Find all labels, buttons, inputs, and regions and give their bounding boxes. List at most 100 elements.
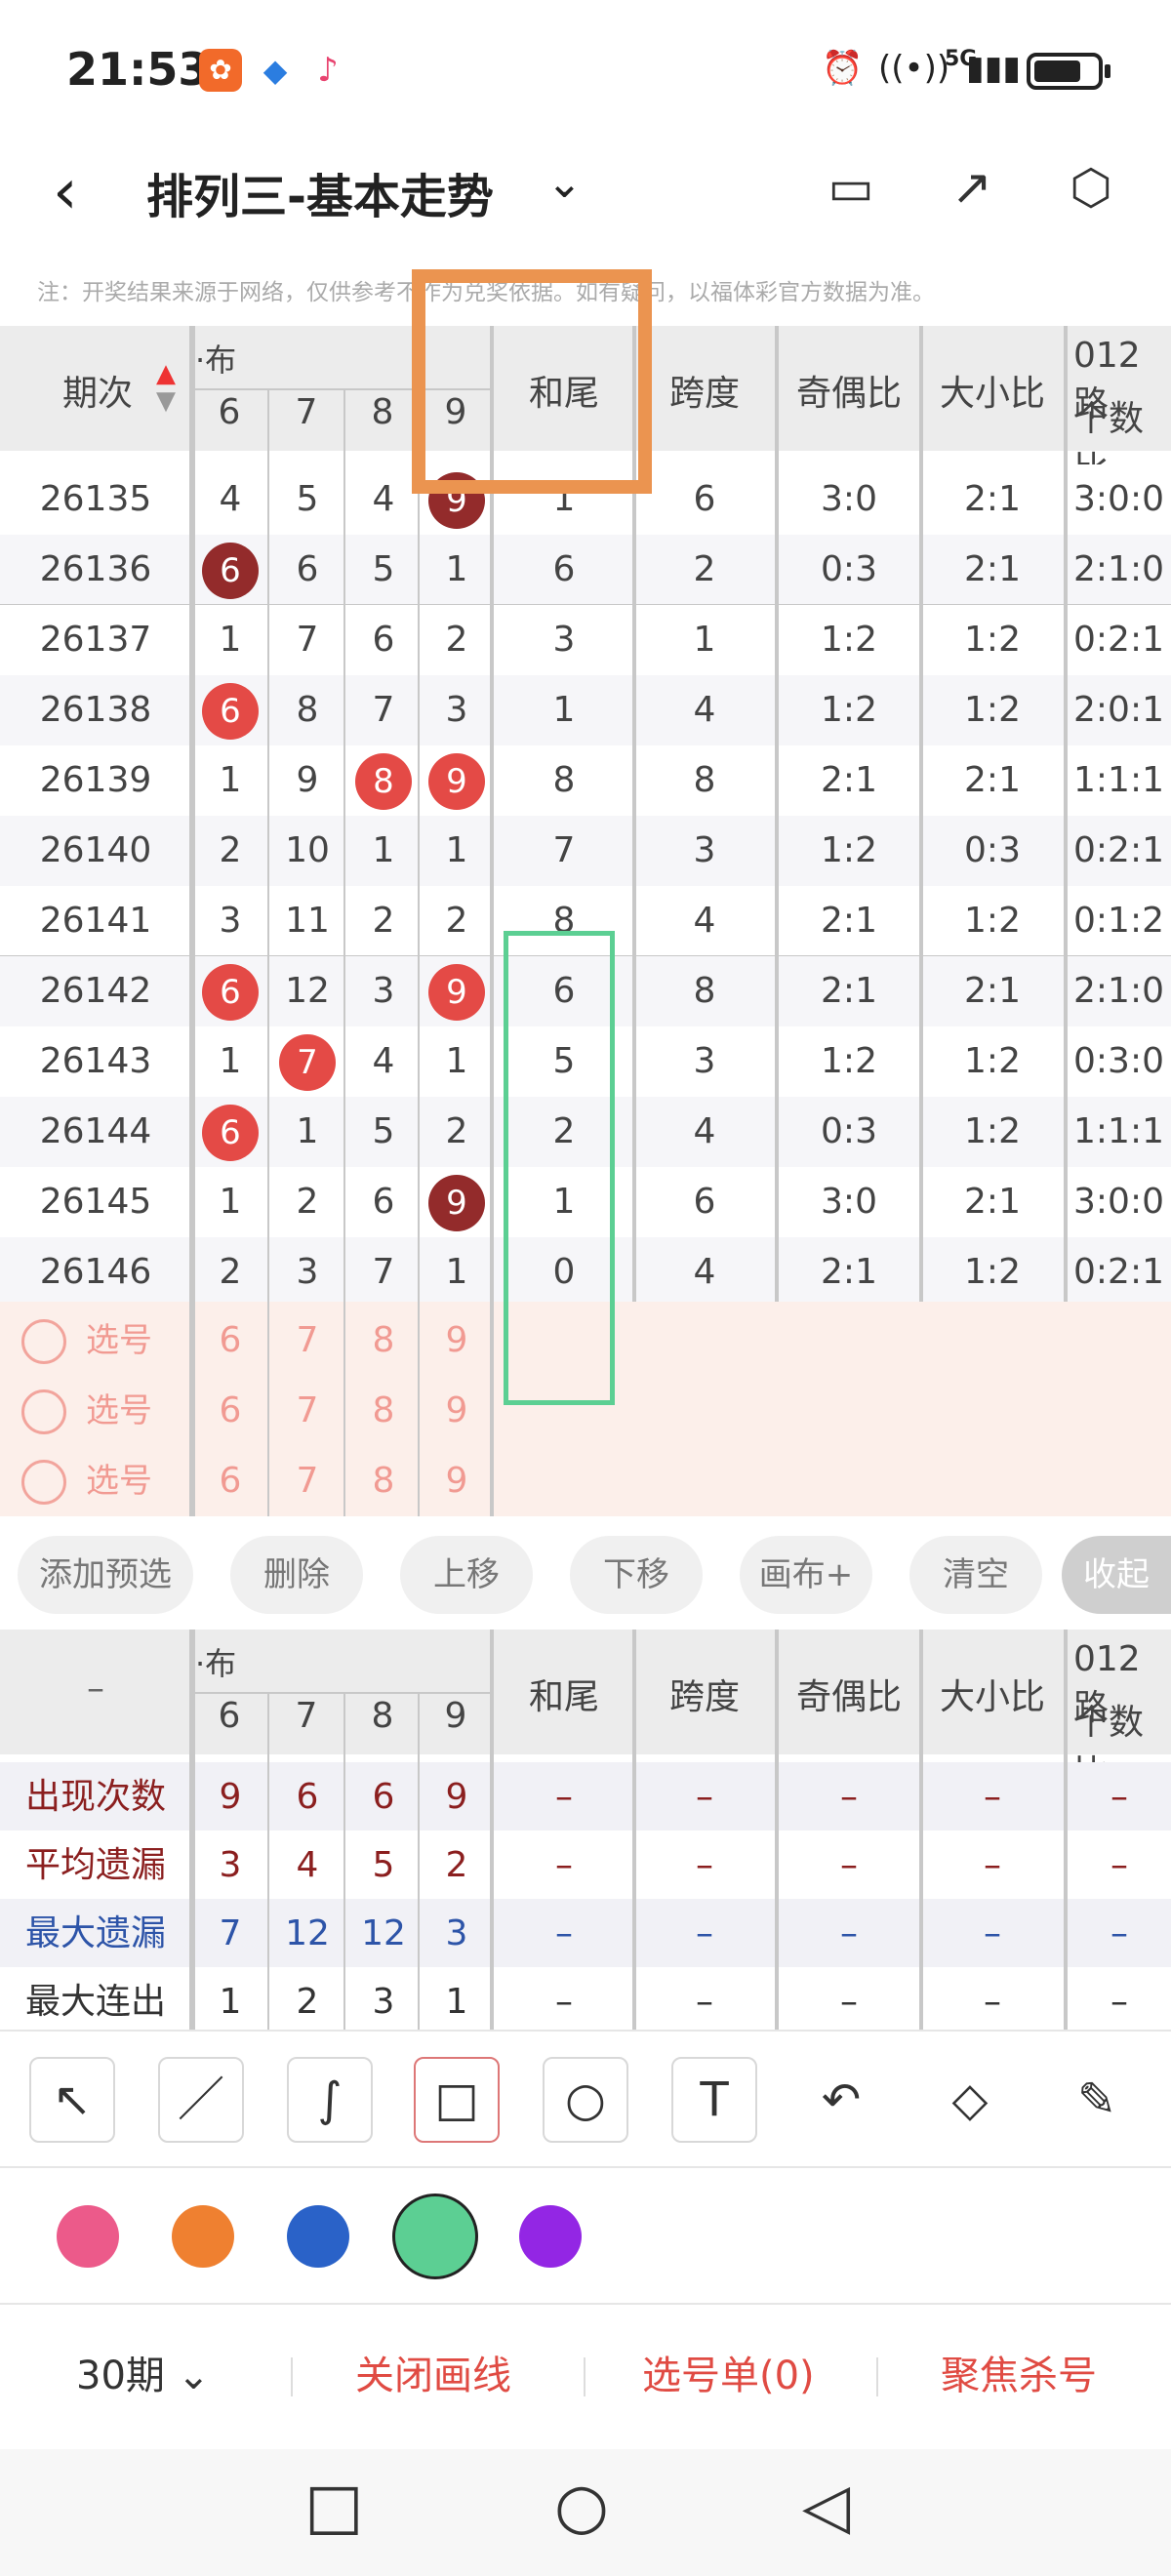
text-tool-icon[interactable]: T [671,2057,757,2143]
title-dropdown-chevron-icon[interactable]: ⌄ [546,158,583,208]
period-header-label: 期次 [61,374,133,414]
drawn-rectangle-green[interactable] [504,931,615,1405]
miss-count-cell: 4 [372,479,395,519]
arrow-tool-icon[interactable]: ↖ [29,2057,115,2143]
daxiao-cell: 2:1 [964,479,1021,519]
period-select-label: 30期 [76,2354,165,2398]
color-purple-swatch[interactable] [519,2205,582,2268]
pick-digit: 6 [219,1320,242,1360]
collapse-button[interactable]: 收起 [1062,1536,1171,1614]
miss-count-cell: 2 [219,830,242,870]
eraser-icon[interactable]: ◇ [927,2057,1013,2143]
pick-radio-icon[interactable] [21,1319,66,1364]
miss-count-cell: 1 [445,549,468,589]
period-cell: 26143 [39,1041,152,1081]
stats-table: – ·布 6 7 8 9 和尾 跨度 奇偶比 大小比 012路 个数比 出现次数… [0,1630,1171,2037]
home-circle-icon[interactable]: ○ [554,2471,609,2543]
back-triangle-icon[interactable]: ◁ [802,2471,850,2543]
jiou-header: 奇偶比 [795,374,902,414]
miss-count-cell: 7 [372,690,395,730]
kuadu-header: 跨度 [668,374,740,414]
stats-digit-value: 1 [445,1982,468,2022]
grid-line [189,1630,195,2030]
color-blue-swatch[interactable] [287,2205,349,2268]
stats-label: 最大连出 [24,1982,166,2022]
add-preselect-button[interactable]: 添加预选 [18,1536,193,1614]
jiou-cell: 1:2 [821,690,877,730]
stats-dash: – [1110,1777,1128,1817]
brush-clear-icon[interactable]: ✎ [1054,2057,1140,2143]
pick-radio-icon[interactable] [21,1460,66,1505]
drawn-rectangle-orange[interactable] [412,269,652,494]
stats-label: 最大遗漏 [24,1913,166,1953]
color-green-swatch-selected[interactable] [392,2194,478,2279]
grid-line [1064,1630,1068,2030]
delete-button[interactable]: 删除 [230,1536,363,1614]
page-title: 排列三-基本走势 [146,170,494,224]
road012-cell: 0:3:0 [1073,1041,1164,1081]
jiou-cell: 2:1 [821,760,877,800]
color-orange-swatch[interactable] [172,2205,234,2268]
stats-dash: – [984,1777,1001,1817]
stats-digit-header-7: 7 [295,1696,318,1736]
hewei-cell: 3 [552,620,576,660]
grid-line [490,1630,494,2030]
hit-ball: 8 [355,753,412,810]
share-icon[interactable]: ↗ [941,156,1003,219]
kuadu-cell: 3 [693,1041,716,1081]
miss-count-cell: 6 [296,549,319,589]
drawing-toolbar: ↖ ／ ∫ □ ○ T ↶ ◇ ✎ [0,2030,1171,2166]
road012-cell: 0:2:1 [1073,1252,1164,1292]
digit-header-7: 7 [295,392,318,432]
focus-kill-button[interactable]: 聚焦杀号 [941,2344,1097,2400]
digit-ball-6: 6 [193,535,267,605]
kuadu-cell: 8 [693,760,716,800]
road012-cell: 3:0:0 [1073,1182,1164,1222]
move-up-button[interactable]: 上移 [400,1536,533,1614]
pick-row[interactable]: 选号 [0,1446,1171,1516]
period-select[interactable]: 30期 ⌄ [76,2344,210,2400]
stats-daxiao-header: 大小比 [939,1677,1045,1717]
status-time: 21:53 [66,43,210,96]
miss-count-cell: 4 [372,1041,395,1081]
hit-ball: 9 [428,753,485,810]
music-icon: ♪ [317,51,339,90]
settings-hex-icon[interactable]: ⬡ [1060,156,1122,219]
line-tool-icon[interactable]: ／ [158,2057,244,2143]
stats-dash: – [555,1982,573,2022]
miss-count-cell: 4 [219,479,242,519]
jiou-cell: 3:0 [821,1182,877,1222]
rectangle-tool-icon[interactable]: □ [414,2057,500,2143]
stats-label: 平均遗漏 [24,1845,166,1885]
period-header[interactable]: 期次 [39,365,156,416]
kuadu-cell: 8 [693,971,716,1011]
pick-radio-icon[interactable] [21,1389,66,1434]
miss-count-cell: 3 [445,690,468,730]
circle-tool-icon[interactable]: ○ [543,2057,628,2143]
miss-count-cell: 1 [445,1252,468,1292]
close-drawing-button[interactable]: 关闭画线 [355,2344,511,2400]
chevron-down-icon: ⌄ [177,2354,211,2398]
miss-count-cell: 3 [372,971,395,1011]
grid-line [267,388,269,1516]
miss-count-cell: 6 [372,620,395,660]
undo-icon[interactable]: ↶ [798,2057,884,2143]
miss-count-cell: 1 [219,760,242,800]
pick-list-button[interactable]: 选号单(0) [642,2344,815,2400]
phone-layout-icon[interactable]: ▭ [820,156,882,219]
sort-arrows-icon[interactable]: ▲ [156,359,176,388]
color-pink-swatch[interactable] [57,2205,119,2268]
period-cell: 26142 [39,971,152,1011]
back-arrow-icon[interactable]: ‹ [53,156,78,228]
jiou-cell: 2:1 [821,901,877,941]
stats-dash: – [984,1982,1001,2022]
road012-cell: 0:1:2 [1073,901,1164,941]
move-down-button[interactable]: 下移 [570,1536,703,1614]
canvas-plus-button[interactable]: 画布+ [740,1536,872,1614]
curve-tool-icon[interactable]: ∫ [287,2057,373,2143]
clear-button[interactable]: 清空 [909,1536,1042,1614]
sort-down-icon[interactable]: ▼ [156,386,176,416]
pick-digit: 7 [296,1320,319,1360]
recents-square-icon[interactable]: □ [304,2471,363,2543]
hit-ball: 6 [202,543,259,599]
